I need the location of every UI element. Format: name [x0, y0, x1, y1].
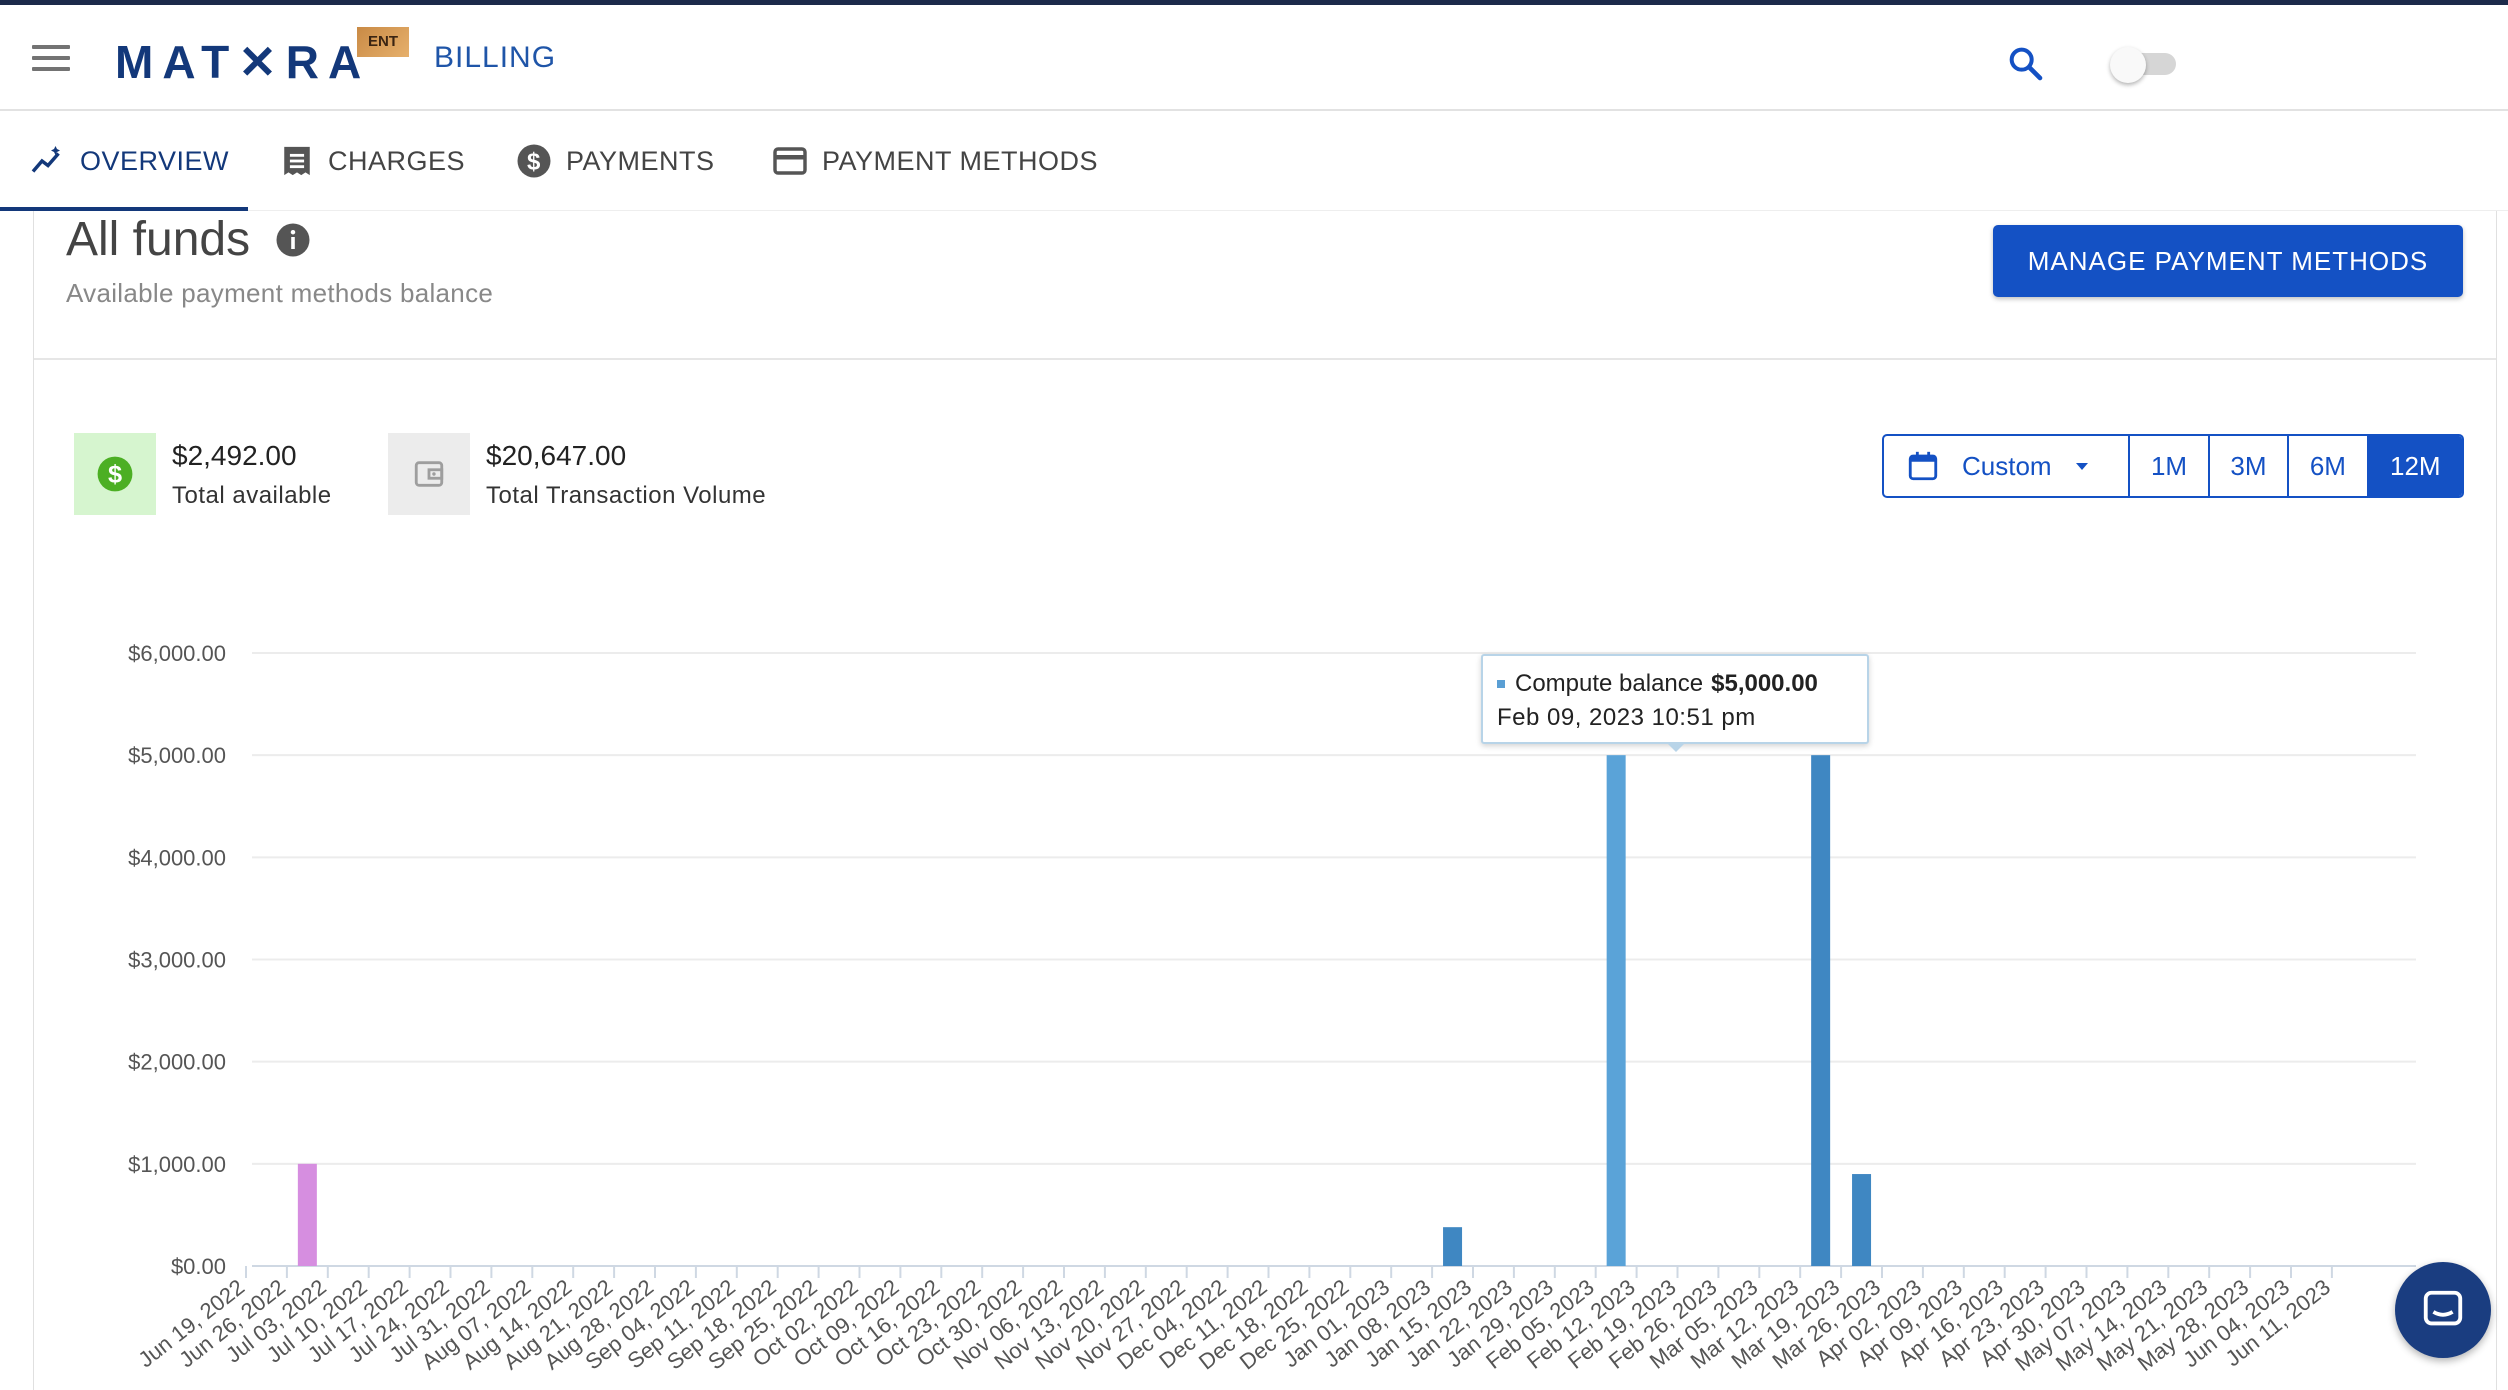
svg-text:$: $ [527, 148, 541, 175]
tab-label: OVERVIEW [80, 145, 230, 176]
range-12m-button[interactable]: 12M [2368, 436, 2462, 496]
chat-icon [2423, 1290, 2463, 1326]
y-tick-label: $0.00 [171, 1254, 226, 1279]
y-tick-label: $5,000.00 [128, 743, 226, 768]
tab-label: PAYMENT METHODS [822, 145, 1099, 176]
tab-charges[interactable]: CHARGES [280, 111, 465, 211]
search-icon[interactable] [2005, 43, 2045, 83]
logo-badge: ENT [357, 27, 409, 57]
total-available-value: $2,492.00 [172, 440, 297, 471]
chart-bar [297, 1163, 317, 1266]
hamburger-menu-icon[interactable] [32, 45, 70, 73]
transaction-volume-icon-box [388, 433, 470, 515]
tab-payment-methods[interactable]: PAYMENT METHODS [772, 111, 1098, 211]
manage-payment-methods-button[interactable]: MANAGE PAYMENT METHODS [1993, 225, 2463, 297]
y-tick-label: $3,000.00 [128, 948, 226, 973]
chart-bar [1606, 755, 1626, 1266]
logo: MAT✕RA [115, 36, 371, 88]
total-available-label: Total available [172, 482, 332, 509]
series-marker [1497, 680, 1505, 688]
range-1m-button[interactable]: 1M [2130, 436, 2210, 496]
tab-bar: OVERVIEW CHARGES $ PAYMENTS PAYMENT METH… [0, 111, 2508, 211]
range-6m-button[interactable]: 6M [2289, 436, 2369, 496]
app-header: MAT✕RA ENT BILLING [0, 5, 2508, 111]
custom-range-label: Custom [1962, 450, 2052, 481]
y-tick-label: $1,000.00 [128, 1152, 226, 1177]
date-range-selector: Custom 1M 3M 6M 12M [1882, 434, 2464, 498]
total-available-icon-box: $ [74, 433, 156, 515]
tooltip-series: Compute balance [1515, 670, 1704, 697]
section-title: BILLING [434, 41, 557, 74]
tab-overview[interactable]: OVERVIEW [30, 111, 229, 211]
tab-label: CHARGES [328, 145, 466, 176]
range-3m-button[interactable]: 3M [2210, 436, 2290, 496]
tooltip-date: Feb 09, 2023 10:51 pm [1497, 704, 1756, 731]
credit-card-icon [773, 147, 807, 175]
y-tick-label: $6,000.00 [128, 641, 226, 666]
chart-tooltip: Compute balance $5,000.00 Feb 09, 2023 1… [1481, 654, 1869, 752]
wallet-icon [414, 461, 444, 487]
chat-support-button[interactable] [2395, 1262, 2491, 1358]
divider [34, 358, 2496, 360]
funds-title: All funds [66, 213, 251, 266]
chart-bar [1811, 755, 1831, 1266]
dollar-circle-icon: $ [517, 144, 551, 178]
calendar-icon [1908, 451, 1938, 481]
chart-bar [1443, 1227, 1463, 1266]
dollar-circle-icon: $ [97, 456, 133, 492]
receipt-icon [284, 146, 310, 176]
tab-payments[interactable]: $ PAYMENTS [516, 111, 715, 211]
toggle-knob [2110, 47, 2146, 83]
transaction-volume-label: Total Transaction Volume [486, 482, 767, 509]
theme-toggle[interactable] [2110, 47, 2190, 83]
transaction-volume-value: $20,647.00 [486, 440, 627, 471]
y-tick-label: $2,000.00 [128, 1050, 226, 1075]
svg-text:$: $ [108, 461, 122, 489]
funds-bar-chart: $0.00 $1,000.00 $2,000.00 $3,000.00 $4,000.0… [128, 641, 2416, 1376]
info-icon[interactable] [275, 222, 311, 258]
insights-icon [31, 146, 60, 173]
tooltip-value: $5,000.00 [1711, 670, 1818, 697]
y-tick-label: $4,000.00 [128, 845, 226, 870]
custom-range-dropdown[interactable]: Custom [1884, 436, 2131, 496]
tab-label: PAYMENTS [566, 145, 715, 176]
funds-subtitle: Available payment methods balance [66, 278, 494, 308]
chart-bar [1852, 1174, 1872, 1266]
chevron-down-icon [2075, 463, 2088, 470]
